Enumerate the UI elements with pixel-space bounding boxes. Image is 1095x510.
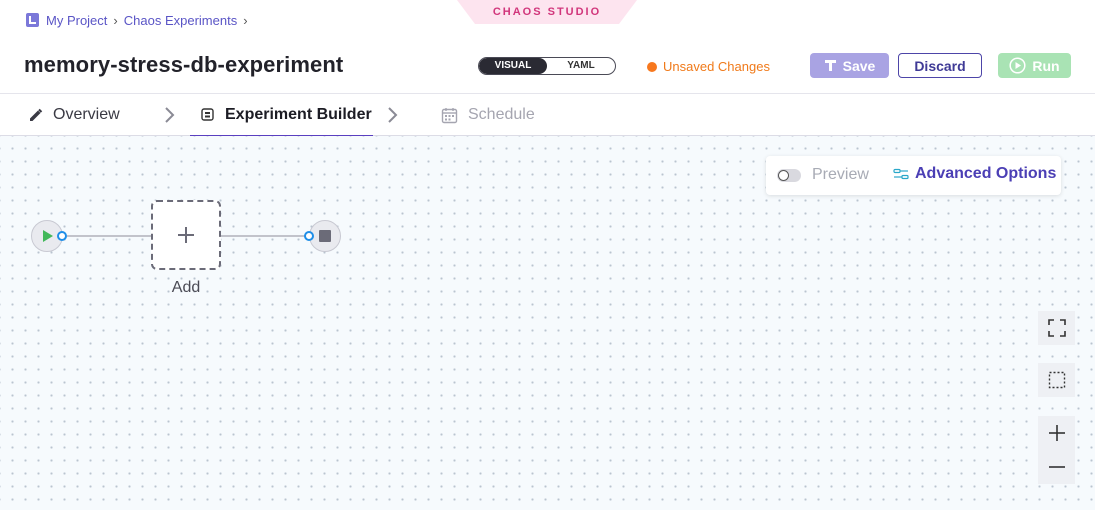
flow-edge bbox=[67, 235, 151, 237]
flow-edge bbox=[221, 235, 305, 237]
selection-icon bbox=[1048, 371, 1065, 389]
select-area-button[interactable] bbox=[1038, 363, 1075, 397]
tab-overview[interactable]: Overview bbox=[28, 94, 120, 136]
tab-overview-label: Overview bbox=[53, 106, 120, 123]
tab-experiment-builder-label: Experiment Builder bbox=[225, 105, 372, 123]
project-icon bbox=[26, 13, 39, 27]
plus-icon bbox=[178, 227, 194, 243]
settings-sliders-icon bbox=[893, 168, 909, 180]
page-title: memory-stress-db-experiment bbox=[24, 52, 344, 77]
zoom-controls bbox=[1038, 416, 1075, 484]
save-icon bbox=[824, 60, 836, 71]
status-dot-icon bbox=[647, 61, 657, 72]
fullscreen-icon bbox=[1047, 319, 1066, 337]
add-step-label: Add bbox=[171, 279, 201, 296]
preview-toggle[interactable] bbox=[777, 169, 801, 182]
fit-to-screen-button[interactable] bbox=[1038, 311, 1075, 345]
tab-schedule-label: Schedule bbox=[468, 106, 535, 123]
stop-icon bbox=[319, 230, 331, 242]
pencil-icon bbox=[30, 108, 43, 121]
save-button-label: Save bbox=[842, 57, 876, 74]
start-port[interactable] bbox=[57, 231, 67, 241]
advanced-options-link[interactable]: Advanced Options bbox=[893, 165, 1056, 183]
view-toggle[interactable]: VISUAL YAML bbox=[478, 57, 616, 75]
unsaved-status-text: Unsaved Changes bbox=[663, 59, 770, 74]
tab-experiment-builder[interactable]: Experiment Builder bbox=[190, 94, 373, 138]
page-header: CHAOS STUDIO My Project › Chaos Experime… bbox=[0, 0, 1095, 93]
view-visual-option[interactable]: VISUAL bbox=[479, 58, 547, 74]
breadcrumb: My Project › Chaos Experiments › bbox=[26, 12, 254, 28]
minus-icon bbox=[1048, 466, 1065, 468]
chevron-right-icon bbox=[165, 107, 175, 123]
run-button-label: Run bbox=[1032, 57, 1060, 74]
zoom-in-button[interactable] bbox=[1038, 416, 1075, 450]
play-circle-icon bbox=[1009, 57, 1026, 74]
save-button[interactable]: Save bbox=[810, 53, 889, 78]
add-step-button[interactable] bbox=[151, 200, 221, 270]
end-port[interactable] bbox=[304, 231, 314, 241]
unsaved-status: Unsaved Changes bbox=[647, 59, 770, 74]
plus-icon bbox=[1048, 425, 1065, 441]
chevron-right-icon bbox=[388, 107, 398, 123]
breadcrumb-project[interactable]: My Project bbox=[46, 13, 107, 28]
view-yaml-option[interactable]: YAML bbox=[547, 58, 615, 74]
advanced-options-label: Advanced Options bbox=[915, 165, 1057, 182]
module-banner: CHAOS STUDIO bbox=[457, 0, 637, 24]
tab-bar: Overview Experiment Builder Schedule bbox=[0, 93, 1095, 138]
canvas-options-panel: Preview Advanced Options bbox=[766, 156, 1061, 195]
discard-button[interactable]: Discard bbox=[898, 53, 982, 78]
chevron-right-icon: › bbox=[113, 12, 118, 28]
run-button[interactable]: Run bbox=[998, 53, 1071, 78]
discard-button-label: Discard bbox=[914, 57, 966, 74]
zoom-out-button[interactable] bbox=[1038, 450, 1075, 484]
calendar-icon bbox=[441, 107, 458, 123]
breadcrumb-chaos-experiments[interactable]: Chaos Experiments bbox=[124, 13, 237, 28]
preview-label: Preview bbox=[812, 166, 869, 183]
tab-schedule[interactable]: Schedule bbox=[441, 94, 535, 136]
chevron-right-icon: › bbox=[243, 12, 248, 28]
builder-icon bbox=[201, 108, 214, 121]
play-icon bbox=[43, 230, 53, 242]
